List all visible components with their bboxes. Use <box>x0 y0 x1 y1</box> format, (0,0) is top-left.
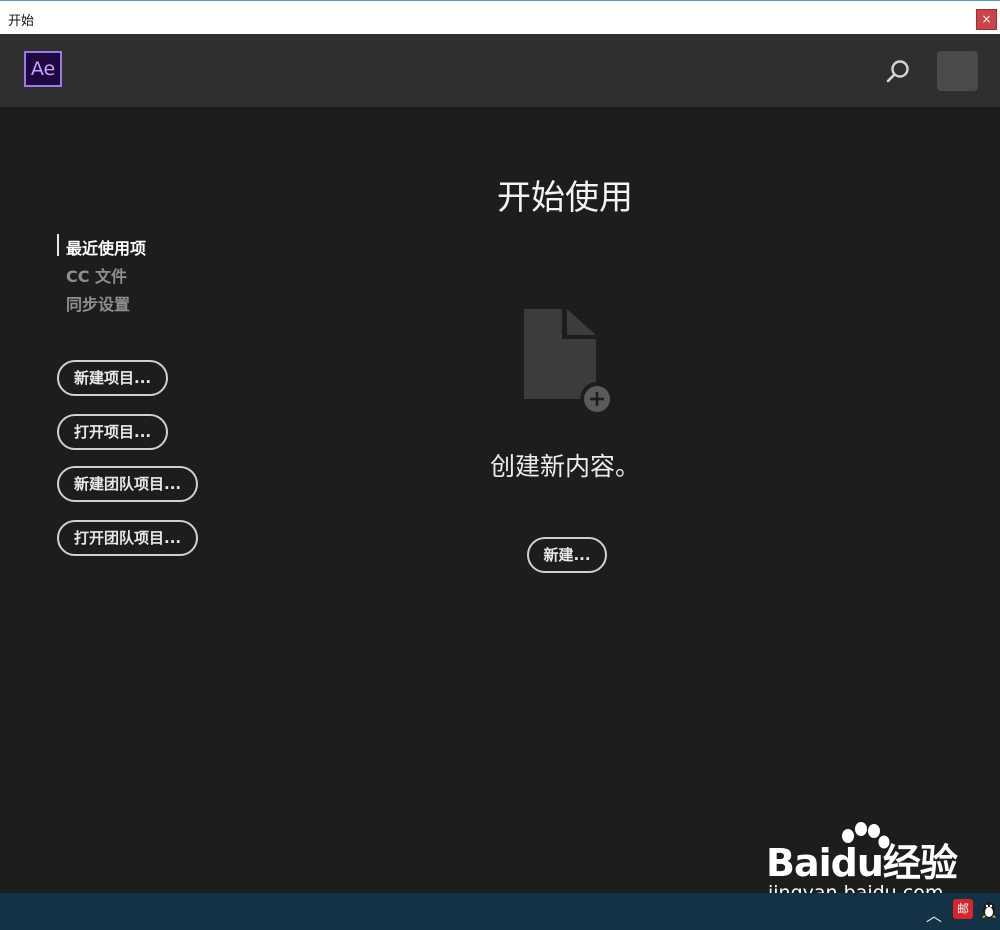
window-title: 开始 <box>8 14 35 29</box>
watermark-brand: Baidu经验 <box>766 841 958 885</box>
title-bar: 开始 × <box>0 0 1000 34</box>
qq-penguin-icon[interactable] <box>980 899 998 921</box>
new-team-project-button[interactable]: 新建团队项目... <box>57 466 199 502</box>
nav-item-recent[interactable]: 最近使用项 <box>66 235 146 259</box>
chevron-up-icon[interactable]: ︿ <box>926 902 942 926</box>
new-button[interactable]: 新建... <box>527 537 607 573</box>
new-file-icon <box>524 309 614 415</box>
taskbar: ︿ 邮 <box>0 893 1000 930</box>
active-nav-marker <box>57 234 59 256</box>
nav-item-cc-files[interactable]: CC 文件 <box>66 263 127 287</box>
avatar[interactable] <box>937 51 978 91</box>
open-team-project-button[interactable]: 打开团队项目... <box>57 520 199 556</box>
search-icon[interactable] <box>884 58 912 86</box>
header-bar: Ae <box>0 34 1000 107</box>
after-effects-logo: Ae <box>24 51 62 87</box>
nav-item-sync-settings[interactable]: 同步设置 <box>66 291 130 315</box>
close-button[interactable]: × <box>976 9 997 30</box>
app-window: 开始 × Ae 最近使用项 CC 文件 同步设置 新建项目... 打开项目...… <box>0 0 1000 930</box>
create-new-content-text: 创建新内容。 <box>489 452 640 481</box>
new-project-button[interactable]: 新建项目... <box>57 360 169 396</box>
open-project-button[interactable]: 打开项目... <box>57 414 169 450</box>
mail-icon[interactable]: 邮 <box>953 899 973 919</box>
page-title: 开始使用 <box>497 178 633 218</box>
